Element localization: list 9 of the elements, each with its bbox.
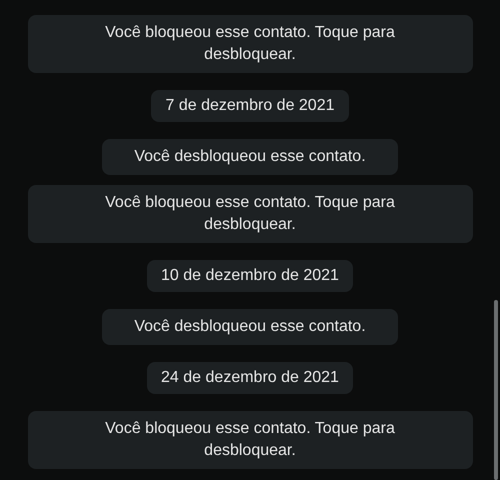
date-label: 24 de dezembro de 2021 — [147, 362, 353, 394]
date-label: 10 de dezembro de 2021 — [147, 260, 353, 292]
system-message[interactable]: Você bloqueou esse contato. Toque para desbloquear. — [28, 15, 472, 73]
scrollbar[interactable] — [494, 300, 498, 480]
system-message[interactable]: Você desbloqueou esse contato. — [102, 309, 398, 345]
date-label: 7 de dezembro de 2021 — [151, 90, 348, 122]
system-message[interactable]: Você bloqueou esse contato. Toque para desbloquear. — [28, 185, 472, 243]
system-message[interactable]: Você desbloqueou esse contato. — [102, 139, 398, 175]
system-message[interactable]: Você bloqueou esse contato. Toque para desbloquear. — [28, 411, 472, 469]
